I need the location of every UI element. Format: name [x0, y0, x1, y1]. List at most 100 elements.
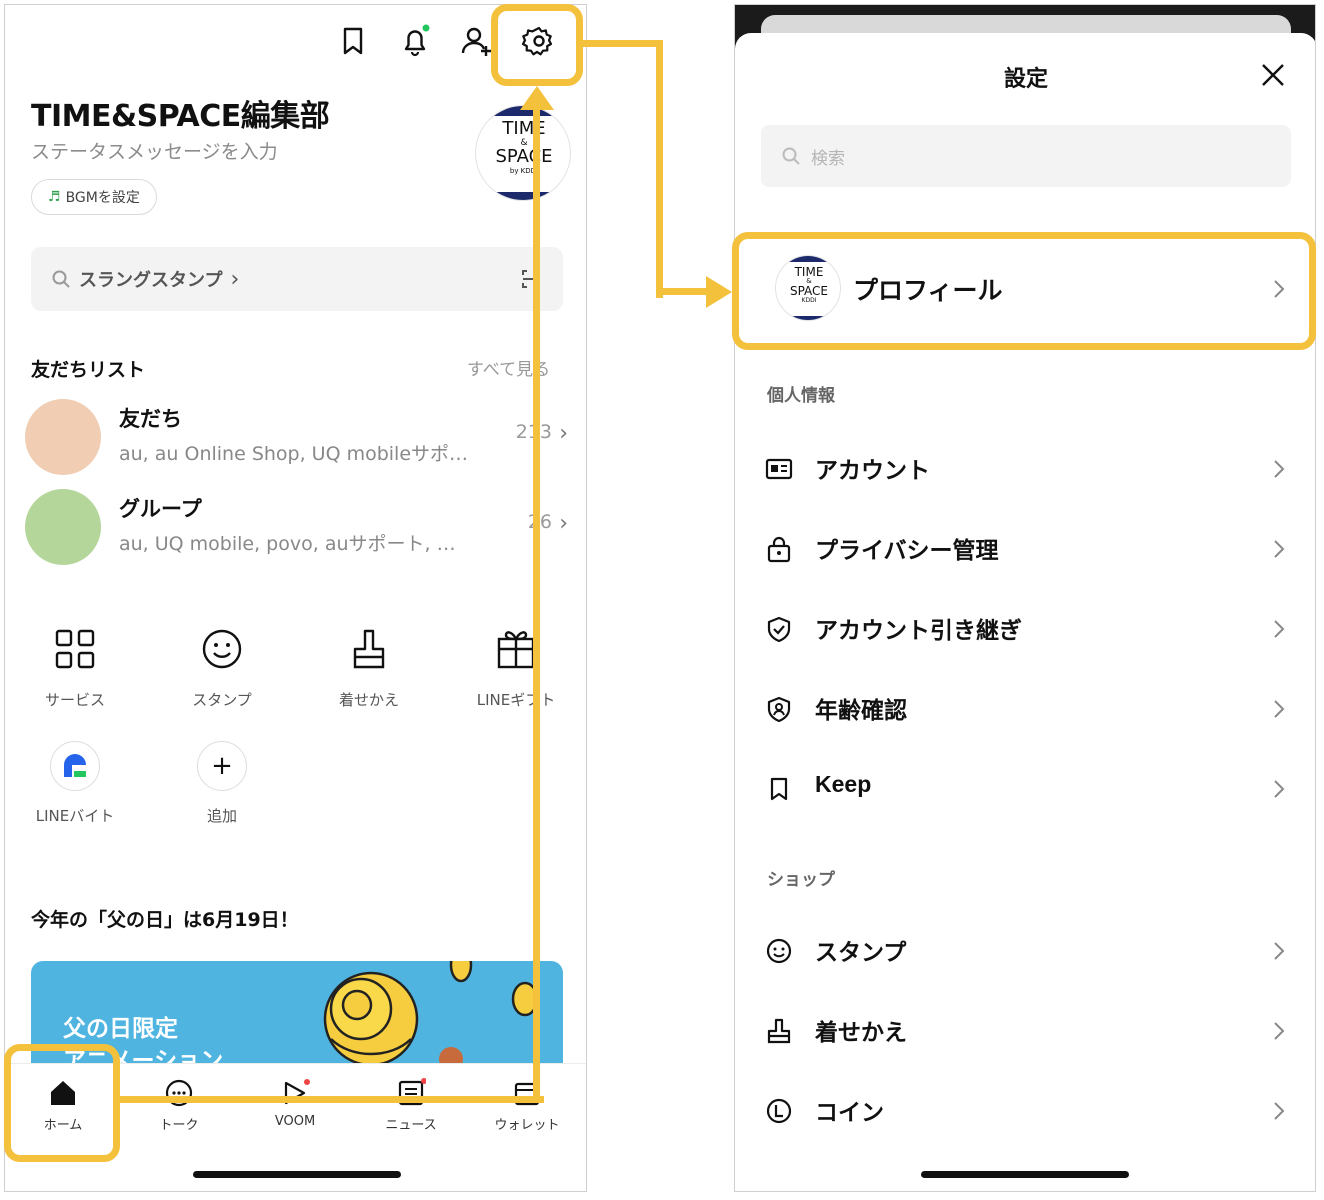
groups-title: グループ	[119, 497, 202, 521]
brush-icon	[765, 1017, 793, 1045]
grid-icon	[53, 627, 97, 671]
settings-item-age-verify[interactable]: 年齢確認	[735, 671, 1315, 751]
highlight-profile-row	[732, 232, 1316, 350]
settings-item-account[interactable]: アカウント	[735, 431, 1315, 511]
chevron-right-icon: ›	[559, 421, 568, 446]
bell-icon[interactable]	[397, 23, 433, 59]
plus-icon: +	[197, 741, 247, 791]
highlight-home-tab	[4, 1044, 120, 1162]
groups-sub: au, UQ mobile, povo, auサポート, …	[119, 533, 456, 555]
chevron-right-icon	[1271, 937, 1287, 965]
item-label: アカウント	[815, 458, 930, 484]
service-gift[interactable]: LINEギフト	[456, 627, 576, 710]
bookmark-icon	[765, 775, 793, 803]
bgm-button[interactable]: ♬ BGMを設定	[31, 179, 157, 215]
logo-text-kddi: by KDDI	[509, 167, 539, 175]
arrow-right-icon	[706, 276, 732, 308]
service-stamp[interactable]: スタンプ	[162, 627, 282, 710]
service-label: スタンプ	[192, 691, 252, 709]
news-icon	[396, 1078, 426, 1108]
connector-line	[656, 40, 663, 298]
connector-line	[583, 40, 663, 47]
settings-sheet: 設定 検索 TIME & SPACE KDDI プロフィール 個人情報 アカウン…	[735, 33, 1315, 1191]
chevron-right-icon	[1271, 535, 1287, 563]
chat-icon	[164, 1078, 194, 1108]
settings-item-privacy[interactable]: プライバシー管理	[735, 511, 1315, 591]
tab-wallet[interactable]: ウォレット	[479, 1078, 575, 1133]
service-theme[interactable]: 着せかえ	[309, 627, 429, 710]
item-label: 着せかえ	[815, 1020, 907, 1046]
settings-item-theme[interactable]: 着せかえ	[735, 993, 1315, 1073]
search-icon	[51, 269, 71, 289]
lock-icon	[765, 535, 793, 563]
item-label: Keep	[815, 771, 872, 797]
item-label: 年齢確認	[815, 698, 907, 724]
tab-news[interactable]: ニュース	[363, 1078, 459, 1133]
logo-text-time: TIME	[502, 118, 546, 139]
promo-title: 今年の「父の日」は6月19日！	[31, 909, 299, 931]
friends-title: 友だち	[119, 407, 182, 431]
search-chevron: ›	[230, 266, 240, 292]
id-card-icon	[765, 455, 793, 483]
voom-icon	[280, 1078, 310, 1108]
profile-name[interactable]: TIME&SPACE編集部	[31, 91, 330, 135]
home-screen: TIME&SPACE編集部 ステータスメッセージを入力 ♬ BGMを設定 TIM…	[4, 4, 587, 1192]
brush-icon	[347, 627, 391, 671]
bgm-label: BGMを設定	[65, 190, 140, 206]
tab-talk[interactable]: トーク	[131, 1078, 227, 1133]
status-message-field[interactable]: ステータスメッセージを入力	[31, 137, 278, 164]
chevron-right-icon: ›	[559, 511, 568, 536]
settings-search-input[interactable]: 検索	[761, 125, 1291, 187]
settings-screen: 設定 検索 TIME & SPACE KDDI プロフィール 個人情報 アカウン…	[734, 4, 1316, 1192]
chevron-right-icon	[1271, 455, 1287, 483]
shield-check-icon	[765, 615, 793, 643]
connector-line	[656, 288, 708, 295]
home-indicator	[921, 1171, 1129, 1178]
settings-item-stamp[interactable]: スタンプ	[735, 913, 1315, 993]
chevron-right-icon	[1271, 695, 1287, 723]
service-label: LINEギフト	[476, 691, 556, 709]
tab-label: ニュース	[385, 1118, 437, 1133]
profile-avatar[interactable]: TIME & SPACE by KDDI	[475, 105, 571, 201]
search-label: スラングスタンプ	[79, 270, 223, 291]
smile-icon	[765, 937, 793, 965]
age-verify-icon	[765, 695, 793, 723]
tab-voom[interactable]: VOOM	[247, 1078, 343, 1129]
chevron-right-icon	[1271, 615, 1287, 643]
line-baito-icon	[50, 741, 100, 791]
groups-avatar	[25, 489, 101, 565]
service-label: 着せかえ	[338, 691, 399, 709]
coin-icon	[765, 1097, 793, 1125]
add-friend-icon[interactable]	[459, 23, 495, 59]
friends-sub: au, au Online Shop, UQ mobileサポ…	[119, 443, 469, 465]
settings-item-keep[interactable]: Keep	[735, 751, 1315, 831]
service-add[interactable]: + 追加	[162, 741, 282, 826]
tab-label: トーク	[159, 1118, 199, 1133]
tab-label: VOOM	[274, 1114, 316, 1129]
search-placeholder: 検索	[811, 148, 845, 169]
settings-item-transfer[interactable]: アカウント引き継ぎ	[735, 591, 1315, 671]
logo-text-space: SPACE	[495, 146, 553, 167]
friends-list-title: 友だちリスト	[31, 359, 146, 381]
service-label: サービス	[44, 691, 105, 709]
settings-item-coin[interactable]: コイン	[735, 1073, 1315, 1153]
chevron-right-icon	[1271, 1097, 1287, 1125]
music-note-icon: ♬	[48, 189, 61, 205]
item-label: コイン	[815, 1100, 884, 1126]
highlight-gear	[491, 4, 583, 86]
search-bar[interactable]: スラングスタンプ ›	[31, 247, 563, 311]
list-item-friends[interactable]: 友だち au, au Online Shop, UQ mobileサポ… 213…	[25, 399, 570, 479]
friends-avatar	[25, 399, 101, 475]
chevron-right-icon	[1271, 1017, 1287, 1045]
service-label: 追加	[206, 807, 237, 825]
list-item-groups[interactable]: グループ au, UQ mobile, povo, auサポート, … 26 ›	[25, 489, 570, 569]
chevron-right-icon	[1271, 775, 1287, 803]
item-label: スタンプ	[815, 940, 907, 966]
service-services[interactable]: サービス	[15, 627, 135, 710]
settings-title: 設定	[1003, 67, 1048, 92]
service-line-baito[interactable]: LINEバイト	[15, 741, 135, 826]
smile-icon	[200, 627, 244, 671]
item-label: アカウント引き継ぎ	[815, 618, 1022, 644]
bookmark-icon[interactable]	[335, 23, 371, 59]
close-icon[interactable]	[1259, 61, 1287, 89]
